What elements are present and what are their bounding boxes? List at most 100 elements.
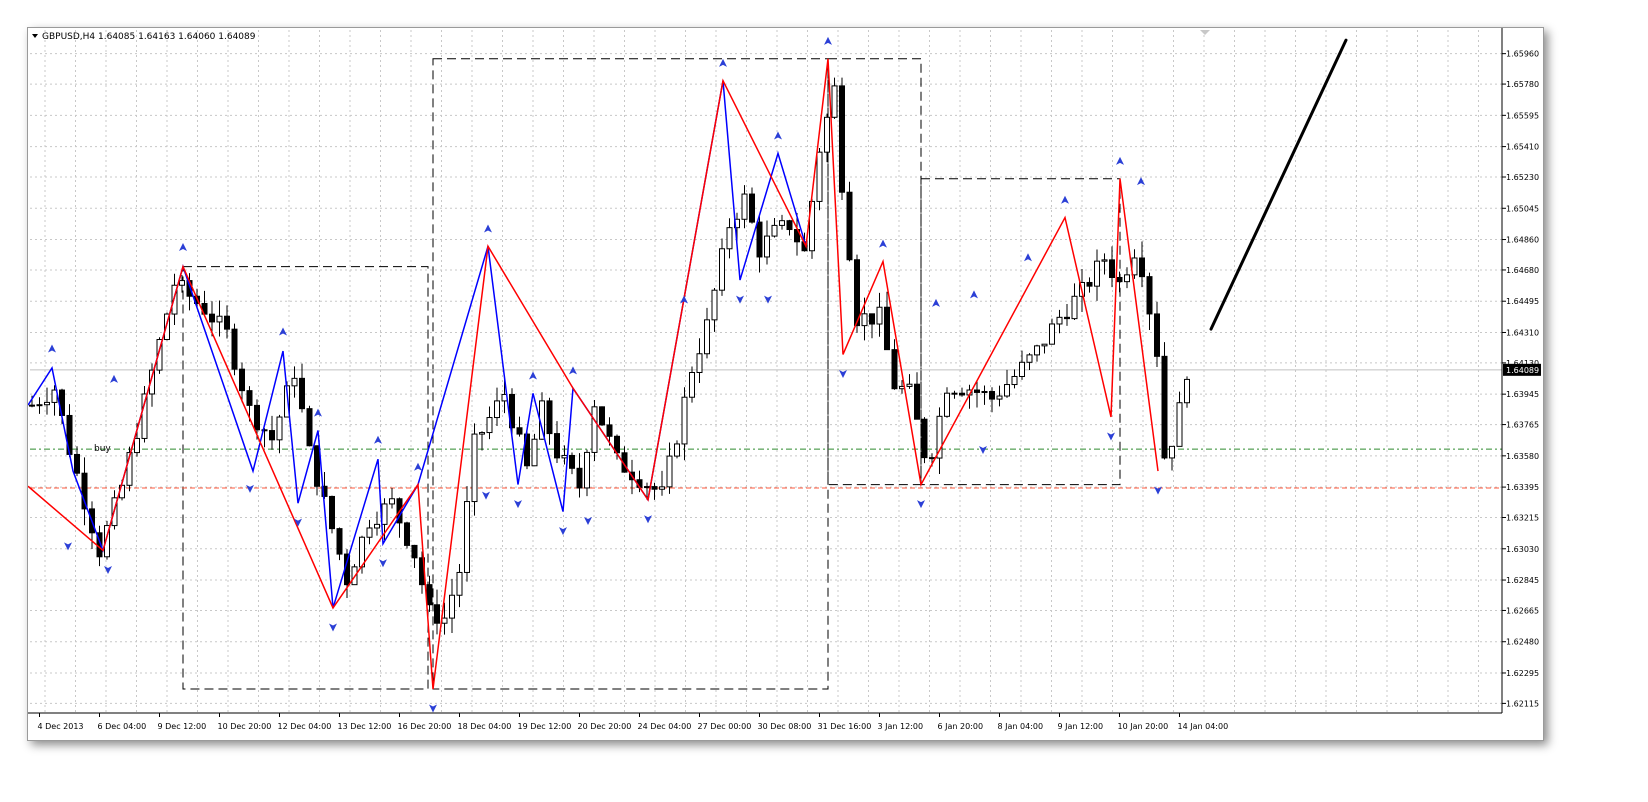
candle-bull [696,353,703,374]
symbol-info-text: GBPUSD,H4 1.64085 1.64163 1.64060 1.6408… [42,32,256,42]
fractal-up-marker [48,344,56,353]
candle-bull [441,617,448,624]
candle-bear [224,315,230,330]
candle-bear [329,495,335,530]
fractal-down-marker [764,295,772,304]
candle-bear [599,406,605,426]
candle-bear [411,544,418,559]
fractal-up-marker [314,408,322,417]
candle-bull [876,306,883,325]
x-tick-label: 14 Jan 04:00 [1178,722,1229,731]
candle-bear [231,328,238,370]
candle-bear [786,220,793,231]
candle-bull [764,235,770,258]
fractal-up-marker [824,36,832,45]
candle-bull [726,227,733,250]
candle-bull [1184,378,1190,404]
candle-bear [959,392,965,396]
candle-bull [179,280,185,286]
candle-bull [584,451,590,489]
candle-bear [269,430,275,441]
y-tick-label: 1.65595 [1506,111,1539,120]
fractal-up-marker [879,239,887,248]
y-tick-label: 1.64495 [1506,297,1539,306]
x-tick-label: 30 Dec 08:00 [758,722,812,731]
fractal-up-marker [414,462,422,471]
candle-bear [299,377,305,410]
chevron-down-icon[interactable] [32,34,38,38]
candle-bear [434,604,440,624]
candle-bull [741,193,748,220]
y-tick-label: 1.65960 [1506,50,1539,59]
candle-bull [681,396,688,445]
candle-bull [456,571,463,596]
x-tick-label: 6 Dec 04:00 [98,722,147,731]
current-price-label: 1.64089 [1506,366,1539,375]
grid [30,30,1502,713]
red-zigzag-line [28,58,1159,690]
candle-bull [389,498,395,505]
y-tick-label: 1.63215 [1506,514,1539,523]
fractal-up-marker [1137,177,1145,186]
fractal-up-marker [1024,253,1032,262]
candle-bear [306,408,313,447]
candle-bear [869,313,875,325]
candle-bear [554,433,560,459]
candle-bear [516,427,523,435]
candle-bull [981,391,988,394]
fractal-up-marker [569,366,577,375]
x-tick-label: 24 Dec 04:00 [638,722,692,731]
candle-bull [779,220,785,226]
candle-bull [381,503,388,525]
x-tick-label: 31 Dec 16:00 [818,722,872,731]
y-tick-label: 1.63030 [1506,545,1539,554]
candlestick-chart[interactable]: 1.65960 1.65780 1.65595 1.65410 1.65230 1.650… [28,28,1543,740]
fractal-up-marker [279,327,287,336]
x-tick-label: 18 Dec 04:00 [458,722,512,731]
blue-zigzag-line [28,80,807,609]
price-levels [30,369,1502,489]
fractal-down-marker [429,704,437,713]
fractal-up-marker [110,374,118,383]
time-axis: 4 Dec 2013 6 Dec 04:00 9 Dec 12:00 10 Dec 2… [38,713,1229,731]
candle-bear [989,391,995,400]
price-axis: 1.65960 1.65780 1.65595 1.65410 1.65230 1.650… [1502,50,1541,708]
candle-bear [74,453,80,474]
y-tick-label: 1.64860 [1506,236,1539,245]
candle-bull [471,433,478,503]
fractal-down-marker [979,446,987,455]
x-tick-label: 10 Dec 20:00 [218,722,272,731]
candle-bear [314,445,320,487]
fractal-up-marker [774,131,782,140]
y-tick-label: 1.63395 [1506,483,1539,492]
y-tick-label: 1.65045 [1506,204,1539,213]
y-tick-label: 1.65230 [1506,173,1539,182]
x-tick-label: 6 Jan 20:00 [938,722,984,731]
candle-bull [291,377,298,387]
x-tick-label: 4 Dec 2013 [38,722,84,731]
candle-bear [756,221,763,258]
x-tick-label: 10 Jan 20:00 [1118,722,1169,731]
fractal-up-marker [932,298,940,307]
chart-shift-marker-icon[interactable] [1200,30,1210,35]
candle-bear [749,193,755,223]
candle-bull [824,116,830,153]
fractal-up-marker [484,224,492,233]
candle-bear [891,349,898,390]
candle-bull [906,383,913,387]
candle-bear [1086,281,1093,287]
candle-bull [486,417,493,434]
y-tick-label: 1.65410 [1506,143,1539,152]
candle-bull [1169,445,1175,459]
candle-bear [854,259,860,327]
candle-bull [704,319,710,355]
candle-bull [644,486,650,489]
candle-bull [1056,316,1063,325]
chart-window[interactable]: 1.65960 1.65780 1.65595 1.65410 1.65230 1.650… [27,27,1544,741]
candle-bull [831,85,838,118]
x-tick-label: 9 Dec 12:00 [158,722,207,731]
candle-bull [449,594,455,619]
x-tick-label: 16 Dec 20:00 [398,722,452,731]
symbol-header[interactable]: GBPUSD,H4 1.64085 1.64163 1.64060 1.6408… [32,32,256,42]
candle-bear [1064,316,1070,320]
